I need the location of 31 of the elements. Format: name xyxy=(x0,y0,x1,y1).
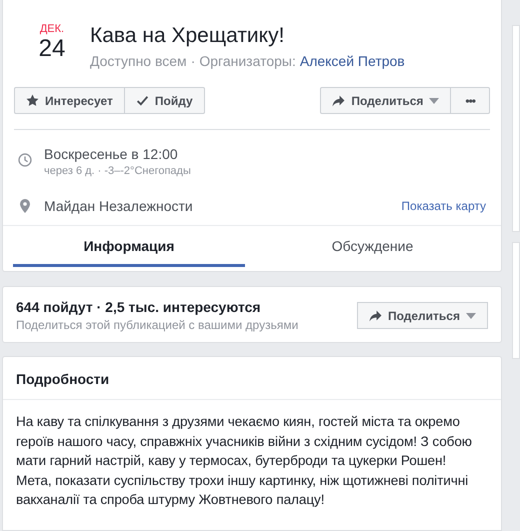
event-day: 24 xyxy=(38,36,66,62)
event-month: ДЕК. xyxy=(40,23,64,36)
location-pin-icon xyxy=(20,199,30,213)
more-button[interactable]: ••• xyxy=(451,87,490,114)
star-icon xyxy=(26,94,39,107)
weather-note: через 6 д. · -3–-2°Снегопады xyxy=(44,165,191,177)
details-paragraph: На каву та спілкування з друзями чекаємо киян, гостей міста та окремо героїв нашого часу, справжніх учасників війни з східним сусідом! З собою мати гарний настрій, каву у термосах, бутерброди та цукерки Рошен! xyxy=(16,413,473,470)
privacy-label: Доступно всем xyxy=(90,53,187,69)
organizers-label: Организаторы: xyxy=(199,53,296,69)
tab[interactable]: Информация xyxy=(13,226,245,267)
share-hint: Поделиться этой публикацией с вашими друзьями xyxy=(16,318,298,332)
caret-icon xyxy=(429,98,440,104)
action-button[interactable]: Пойду xyxy=(124,87,205,114)
share-arrow-icon xyxy=(332,94,346,106)
location-name: Майдан Незалежности xyxy=(44,197,194,215)
separator-dot: · xyxy=(190,53,196,69)
details-title: Подробности xyxy=(16,371,110,387)
check-icon xyxy=(136,94,149,107)
share-button[interactable]: Поделиться xyxy=(356,302,488,329)
share-button[interactable]: Поделиться xyxy=(320,87,452,114)
tab[interactable]: Обсуждение xyxy=(243,226,502,267)
share-arrow-icon xyxy=(368,310,382,322)
clock-icon xyxy=(18,153,32,167)
details-paragraph: Мета, показати суспільству трохи іншу картинку, ніж щотижневі політичні вакханалії та спроба штурму Жовтневого палацу! xyxy=(16,472,470,509)
action-button[interactable]: Интересует xyxy=(14,87,125,114)
attendance-summary: 644 пойдут · 2,5 тыс. интересуются xyxy=(16,299,262,315)
caret-icon xyxy=(466,312,476,318)
event-time: Воскресенье в 12:00 xyxy=(44,145,179,163)
organizer-link[interactable]: Алексей Петров xyxy=(300,53,405,69)
show-map-link[interactable]: Показать карту xyxy=(401,199,486,213)
event-title: Кава на Хрещатику! xyxy=(90,23,286,49)
